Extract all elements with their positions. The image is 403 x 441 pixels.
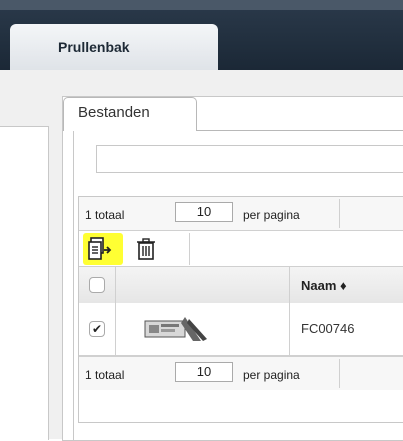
content-area: Bestanden 1 totaal 10 per pagina Naam ♦ … (0, 70, 403, 441)
files-panel: 1 totaal 10 per pagina Naam ♦ ✔ FC00746 … (73, 131, 403, 440)
pager-total: 1 totaal (85, 208, 125, 222)
per-page-input[interactable]: 10 (175, 202, 233, 222)
table-header: Naam ♦ (79, 266, 403, 304)
column-divider (289, 267, 290, 303)
main-panel: Bestanden 1 totaal 10 per pagina Naam ♦ … (62, 96, 403, 441)
table-row[interactable]: ✔ FC00746 (79, 303, 403, 356)
trash-icon[interactable] (135, 237, 157, 261)
column-header-naam[interactable]: Naam ♦ (301, 278, 347, 293)
search-input[interactable] (96, 145, 403, 173)
tab-prullenbak[interactable]: Prullenbak (10, 24, 218, 70)
column-divider (115, 303, 116, 355)
left-panel (0, 126, 49, 440)
toolbar-separator (189, 233, 190, 265)
pager-bottom: 1 totaal 10 per pagina (79, 356, 403, 390)
pager-separator (339, 199, 340, 228)
tab-bestanden[interactable]: Bestanden (63, 97, 197, 131)
pager-top: 1 totaal 10 per pagina (79, 197, 403, 230)
file-thumbnail (144, 317, 207, 341)
pager-separator (339, 359, 340, 388)
column-divider (115, 267, 116, 303)
toolbar (79, 230, 403, 267)
select-all-checkbox[interactable] (89, 277, 105, 293)
pager-total: 1 totaal (85, 368, 125, 382)
per-page-label: per pagina (243, 208, 300, 222)
top-edge (0, 0, 403, 10)
file-name[interactable]: FC00746 (301, 321, 354, 336)
column-divider (289, 303, 290, 355)
files-grid: 1 totaal 10 per pagina Naam ♦ ✔ FC00746 … (78, 196, 403, 423)
restore-icon[interactable] (88, 237, 114, 261)
per-page-input[interactable]: 10 (175, 362, 233, 382)
per-page-label: per pagina (243, 368, 300, 382)
row-checkbox[interactable]: ✔ (89, 321, 105, 337)
top-bar: Prullenbak (0, 0, 403, 70)
